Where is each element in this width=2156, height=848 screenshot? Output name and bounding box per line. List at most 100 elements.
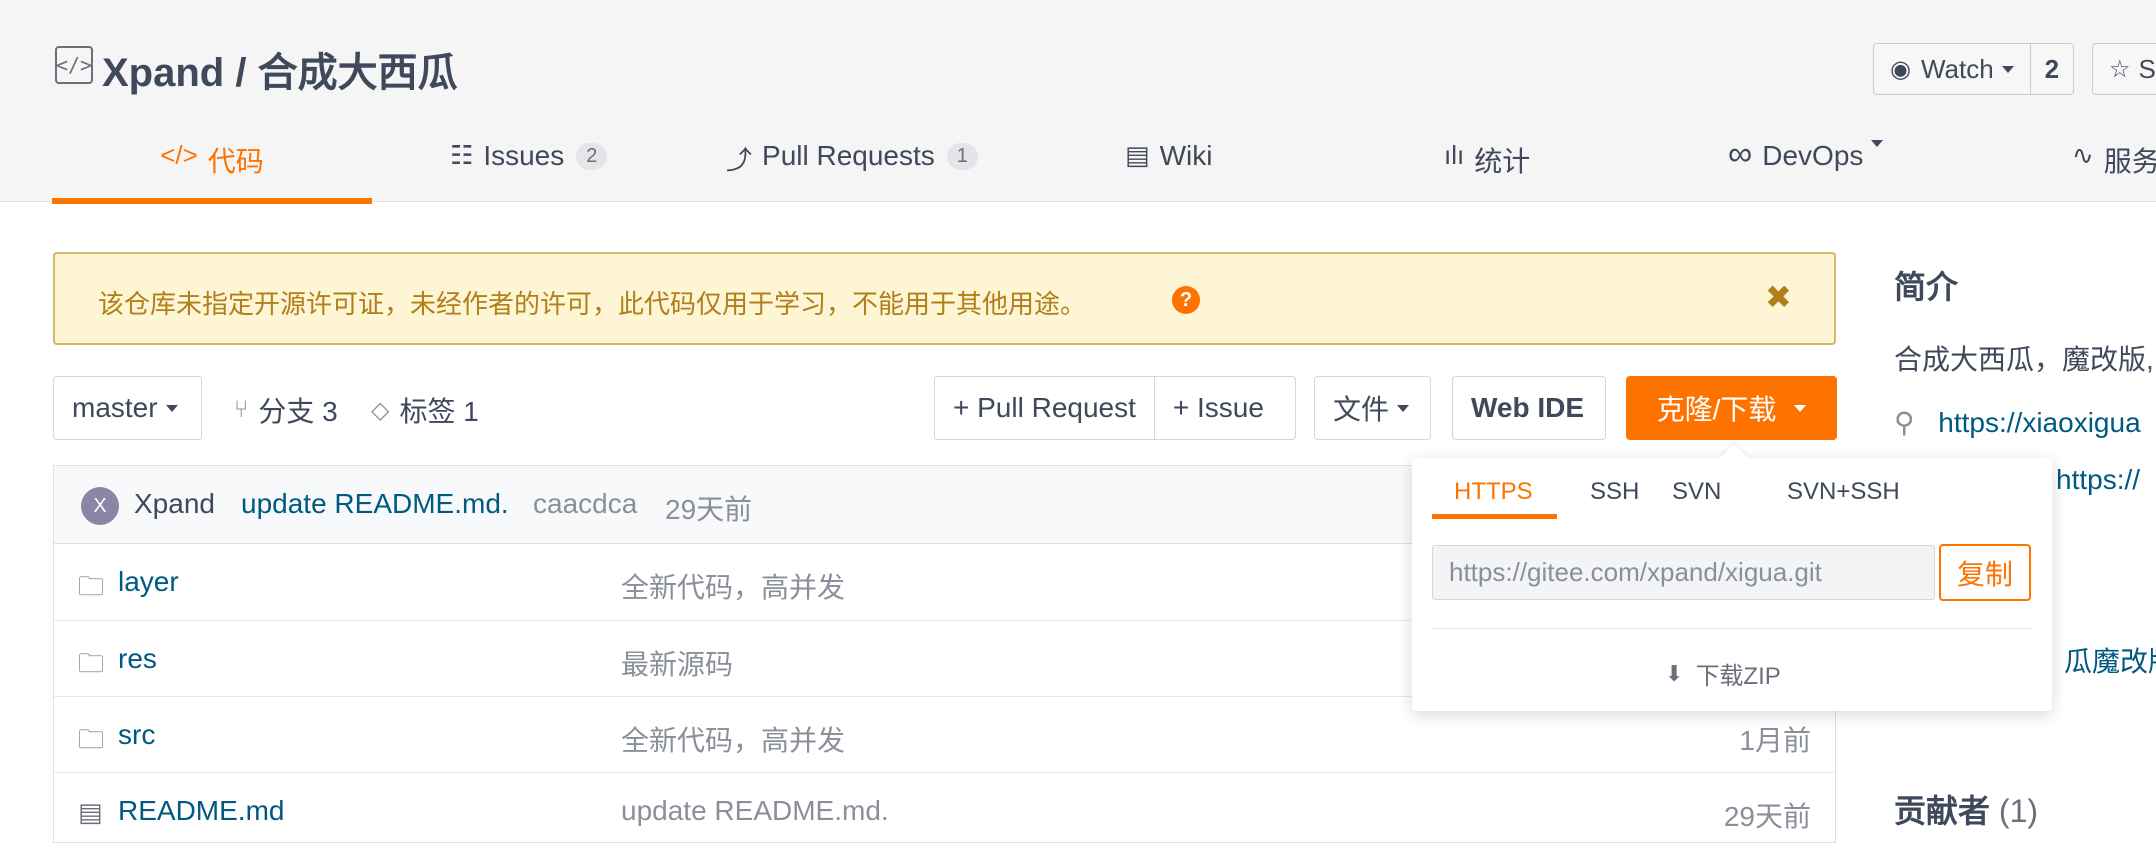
commit-sha[interactable]: caacdca xyxy=(533,488,637,520)
license-notice: 该仓库未指定开源许可证，未经作者的许可，此代码仅用于学习，不能用于其他用途。 ?… xyxy=(53,252,1836,345)
tab-devops[interactable]: ∞ DevOps xyxy=(1728,122,1884,202)
infinity-icon: ∞ xyxy=(1728,135,1753,173)
file-time: 29天前 xyxy=(1723,801,1811,832)
repo-header: </> Xpand / 合成大西瓜 ◉ Watch 2 ☆ S </> 代码 ☷… xyxy=(0,0,2156,204)
new-pull-request-button[interactable]: + Pull Request xyxy=(935,377,1154,439)
sidebar-description: 合成大西瓜，魔改版, xyxy=(1894,344,2154,375)
sidebar-link-text: https://xiaoxigua xyxy=(1938,407,2141,438)
sidebar-title: 简介 xyxy=(1894,269,1959,305)
contributors-label: 贡献者 xyxy=(1894,793,1991,829)
sidebar-link[interactable]: ⚲ https://xiaoxigua xyxy=(1894,406,2141,439)
tags-label: 标签 1 xyxy=(399,396,479,427)
notice-text: 该仓库未指定开源许可证，未经作者的许可，此代码仅用于学习，不能用于其他用途。 xyxy=(98,289,1087,319)
file-name[interactable]: README.md xyxy=(118,795,284,827)
chevron-down-icon xyxy=(1871,140,1884,147)
code-icon: </> xyxy=(160,140,198,170)
watch-button-group[interactable]: ◉ Watch 2 xyxy=(1873,43,2075,95)
tab-code[interactable]: </> 代码 xyxy=(52,122,372,204)
divider xyxy=(1432,628,2032,629)
pull-request-icon: ⤴ xyxy=(726,145,753,175)
download-zip-link[interactable]: ⬇ 下载ZIP xyxy=(1665,656,1781,691)
file-name[interactable]: layer xyxy=(118,566,179,598)
star-label: S xyxy=(2138,53,2156,84)
file-menu-inner: 文件 xyxy=(1315,377,1427,439)
clone-label: 克隆/下载 xyxy=(1656,394,1777,425)
clone-download-button[interactable]: 克隆/下载 xyxy=(1626,376,1837,440)
star-button[interactable]: ☆ S xyxy=(2093,44,2156,94)
commit-time: 29天前 xyxy=(665,494,753,525)
help-icon[interactable]: ? xyxy=(1172,286,1200,314)
tab-label: 服务 xyxy=(2103,146,2156,177)
tab-services[interactable]: ∿ 服务 xyxy=(2072,122,2156,202)
tab-pull-requests[interactable]: ⤴ Pull Requests 1 xyxy=(726,122,978,202)
watch-button[interactable]: ◉ Watch xyxy=(1874,44,2030,94)
sidebar-link-2[interactable]: https:// xyxy=(2056,464,2140,496)
branch-select[interactable]: master xyxy=(53,376,202,440)
book-icon: ▤ xyxy=(1125,140,1150,170)
tab-label: 统计 xyxy=(1474,146,1531,177)
tab-https[interactable]: HTTPS xyxy=(1454,478,1533,506)
active-tab-underline xyxy=(1432,514,1557,519)
repo-tabs: </> 代码 ☷ Issues 2 ⤴ Pull Requests 1 ▤ Wi… xyxy=(52,122,2156,204)
file-commit-message[interactable]: 全新代码，高并发 xyxy=(621,719,845,759)
folder-icon: 🗀 xyxy=(78,648,105,678)
chevron-down-icon xyxy=(1397,404,1410,412)
pulse-icon: ∿ xyxy=(2072,140,2094,170)
table-row[interactable]: ▤ README.md update README.md. 29天前 xyxy=(54,772,1835,848)
star-button-group[interactable]: ☆ S xyxy=(2092,43,2156,95)
pr-count-badge: 1 xyxy=(946,143,978,170)
chevron-down-icon xyxy=(165,404,178,412)
contributors-count: (1) xyxy=(1998,793,2039,829)
commit-message[interactable]: update README.md. xyxy=(241,488,509,520)
branch-name: master xyxy=(72,392,158,423)
tags-link[interactable]: ◇ 标签 1 xyxy=(371,390,479,430)
issues-count-badge: 2 xyxy=(576,143,608,170)
branches-label: 分支 3 xyxy=(258,396,338,427)
tab-issues[interactable]: ☷ Issues 2 xyxy=(450,122,608,202)
chevron-down-icon xyxy=(2001,65,2014,73)
issues-icon: ☷ xyxy=(450,140,474,170)
tab-svn-ssh[interactable]: SVN+SSH xyxy=(1787,478,1900,506)
file-time: 1月前 xyxy=(1739,725,1811,756)
file-name[interactable]: src xyxy=(118,719,155,751)
file-icon: ▤ xyxy=(78,797,103,827)
tab-stats[interactable]: ılı 统计 xyxy=(1444,122,1530,202)
watch-count[interactable]: 2 xyxy=(2029,44,2073,94)
folder-icon: 🗀 xyxy=(78,724,105,754)
tab-wiki[interactable]: ▤ Wiki xyxy=(1125,122,1212,202)
avatar[interactable]: X xyxy=(81,487,119,525)
clone-protocol-tabs: HTTPS SSH SVN SVN+SSH xyxy=(1432,458,2032,520)
contributors-heading: 贡献者 (1) xyxy=(1894,786,2038,832)
tab-ssh[interactable]: SSH xyxy=(1590,478,1639,506)
web-ide-label: Web IDE xyxy=(1471,392,1585,423)
clone-url-field[interactable]: https://gitee.com/xpand/xigua.git xyxy=(1432,545,1935,600)
star-icon: ☆ xyxy=(2109,55,2131,83)
web-ide-button[interactable]: Web IDE xyxy=(1452,376,1606,440)
watch-label: Watch xyxy=(1920,53,1994,84)
link-icon: ⚲ xyxy=(1894,407,1915,438)
file-commit-message[interactable]: 全新代码，高并发 xyxy=(621,566,845,606)
file-menu-button[interactable]: 文件 xyxy=(1314,376,1431,440)
file-commit-message[interactable]: update README.md. xyxy=(621,795,889,827)
close-icon[interactable]: ✖ xyxy=(1765,278,1792,316)
copy-button[interactable]: 复制 xyxy=(1939,544,2031,601)
repo-title[interactable]: Xpand / 合成大西瓜 xyxy=(102,40,458,98)
download-icon: ⬇ xyxy=(1665,660,1684,686)
file-name[interactable]: res xyxy=(118,643,157,675)
tab-label: Issues xyxy=(483,140,565,171)
branches-link[interactable]: ⑂ 分支 3 xyxy=(234,390,338,430)
branch-select-inner: master xyxy=(54,377,196,439)
bar-chart-icon: ılı xyxy=(1444,140,1465,170)
tab-label: Pull Requests xyxy=(762,140,935,171)
new-issue-button[interactable]: + Issue xyxy=(1153,377,1282,439)
branch-icon: ⑂ xyxy=(234,396,249,423)
create-button-group: + Pull Request + Issue xyxy=(934,376,1296,440)
file-menu-label: 文件 xyxy=(1333,394,1390,425)
file-commit-message[interactable]: 最新源码 xyxy=(621,643,733,683)
commit-author[interactable]: Xpand xyxy=(134,488,215,520)
chevron-down-icon xyxy=(1794,404,1807,412)
sidebar-partial-text[interactable]: 瓜魔改版 xyxy=(2064,640,2156,680)
tab-svn[interactable]: SVN xyxy=(1672,478,1721,506)
clone-dropdown: HTTPS SSH SVN SVN+SSH https://gitee.com/… xyxy=(1412,458,2052,711)
folder-icon: 🗀 xyxy=(78,571,105,601)
